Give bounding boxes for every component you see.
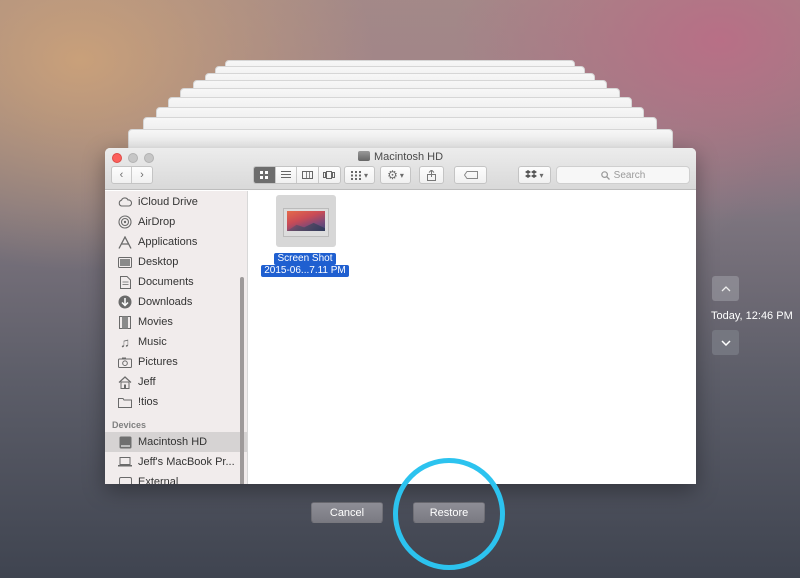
sidebar-item-label: Jeff xyxy=(138,376,156,388)
sidebar-scrollbar[interactable] xyxy=(240,277,244,484)
drive-icon xyxy=(118,475,132,484)
forward-button[interactable]: › xyxy=(132,167,152,183)
window-title-text: Macintosh HD xyxy=(373,151,444,163)
sidebar-item-jeff[interactable]: Jeff xyxy=(105,372,247,392)
sidebar-item-label: !tios xyxy=(138,396,159,408)
sidebar-item-movies[interactable]: Movies xyxy=(105,312,247,332)
sidebar-item-music[interactable]: ♫ Music xyxy=(105,332,247,352)
icon-view-button[interactable] xyxy=(254,167,276,183)
list-icon xyxy=(280,171,291,178)
sidebar-item-label: Downloads xyxy=(138,296,193,308)
share-icon xyxy=(427,169,436,181)
gear-icon: ⚙ xyxy=(387,168,398,182)
file-name: Screen Shot 2015-06...7.11 PM xyxy=(259,253,351,277)
sidebar-item-label: Movies xyxy=(138,316,173,328)
applications-icon xyxy=(118,235,132,249)
tag-icon xyxy=(463,171,478,179)
airdrop-icon xyxy=(118,215,132,229)
sidebar-item-label: Documents xyxy=(138,276,194,288)
chevron-up-icon xyxy=(721,285,730,291)
chevron-down-icon: ▾ xyxy=(399,170,404,180)
sidebar-item-itios[interactable]: !tios xyxy=(105,392,247,412)
backup-timestamp: Today, 12:46 PM xyxy=(711,310,793,322)
sidebar-item-macintosh-hd[interactable]: Macintosh HD xyxy=(105,432,247,452)
tag-button[interactable] xyxy=(454,166,487,184)
chevron-down-icon: ▾ xyxy=(363,170,368,180)
laptop-icon xyxy=(118,455,132,469)
sidebar-section-devices: Devices xyxy=(112,420,147,430)
sidebar-item-label: Applications xyxy=(138,236,198,248)
arrange-button[interactable]: ▾ xyxy=(344,166,375,184)
finder-window: Macintosh HD ‹ › ▾ ⚙ ▾ ▾ Search iCloud D… xyxy=(105,148,696,484)
file-browser-content: Screen Shot 2015-06...7.11 PM xyxy=(249,191,696,484)
title-bar: Macintosh HD ‹ › ▾ ⚙ ▾ ▾ Search xyxy=(105,148,696,190)
column-view-button[interactable] xyxy=(297,167,319,183)
search-icon xyxy=(600,170,610,180)
list-view-button[interactable] xyxy=(276,167,297,183)
movies-icon xyxy=(118,315,132,329)
home-icon xyxy=(118,375,132,389)
window-title: Macintosh HD xyxy=(105,151,696,163)
sidebar-item-downloads[interactable]: Downloads xyxy=(105,292,247,312)
sidebar-item-label: Macintosh HD xyxy=(138,436,208,448)
music-icon: ♫ xyxy=(120,334,130,350)
folder-icon xyxy=(118,395,132,409)
sidebar-item-pictures[interactable]: Pictures xyxy=(105,352,247,372)
pictures-icon xyxy=(118,355,132,369)
cancel-button[interactable]: Cancel xyxy=(311,502,383,523)
sidebar-item-label: iCloud Drive xyxy=(138,196,198,208)
sidebar-item-label: External xyxy=(138,476,179,484)
sidebar-item-label: Jeff's MacBook Pr... xyxy=(138,456,235,468)
file-thumbnail-selection xyxy=(276,195,336,247)
chevron-down-icon xyxy=(720,339,731,346)
grid-icon xyxy=(259,170,268,179)
cover-flow-button[interactable] xyxy=(319,167,340,183)
sidebar-item-applications[interactable]: Applications xyxy=(105,232,247,252)
sidebar-item-label: AirDrop xyxy=(138,216,176,228)
sidebar-item-desktop[interactable]: Desktop xyxy=(105,252,247,272)
sidebar-item-label: Music xyxy=(138,336,167,348)
back-button[interactable]: ‹ xyxy=(112,167,133,183)
file-name-line-1: Screen Shot xyxy=(274,253,336,265)
sidebar-item-icloud-drive[interactable]: iCloud Drive xyxy=(105,192,247,212)
sidebar-item-external[interactable]: External xyxy=(105,472,247,484)
sidebar-item-documents[interactable]: Documents xyxy=(105,272,247,292)
sidebar-item-macbook[interactable]: Jeff's MacBook Pr... xyxy=(105,452,247,472)
sidebar-item-label: Pictures xyxy=(138,356,178,368)
share-button[interactable] xyxy=(419,166,444,184)
dropbox-icon xyxy=(525,170,538,178)
sidebar-item-airdrop[interactable]: AirDrop xyxy=(105,212,247,232)
hard-drive-icon xyxy=(357,151,370,161)
search-field[interactable]: Search xyxy=(556,166,690,184)
back-forward-control: ‹ › xyxy=(111,166,153,184)
cover-flow-icon xyxy=(323,171,336,179)
documents-icon xyxy=(118,275,132,289)
downloads-icon xyxy=(118,295,132,309)
arrange-grid-icon xyxy=(350,170,361,180)
dropbox-button[interactable]: ▾ xyxy=(518,166,551,184)
sidebar-item-label: Desktop xyxy=(138,256,179,268)
image-file-icon xyxy=(283,208,329,237)
time-previous-button[interactable] xyxy=(712,276,739,301)
columns-icon xyxy=(301,171,313,179)
view-mode-control xyxy=(253,166,341,184)
time-next-button[interactable] xyxy=(712,330,739,355)
action-button[interactable]: ⚙ ▾ xyxy=(380,166,411,184)
hard-drive-icon xyxy=(118,435,132,449)
cloud-icon xyxy=(118,195,132,209)
file-name-line-2: 2015-06...7.11 PM xyxy=(261,265,349,277)
search-placeholder: Search xyxy=(613,169,646,181)
sidebar: iCloud Drive AirDrop Applications Deskto… xyxy=(105,191,248,484)
desktop-icon xyxy=(118,255,132,269)
highlight-circle xyxy=(393,458,505,570)
chevron-right-icon: › xyxy=(140,169,144,181)
chevron-left-icon: ‹ xyxy=(119,169,124,181)
chevron-down-icon: ▾ xyxy=(539,170,544,180)
